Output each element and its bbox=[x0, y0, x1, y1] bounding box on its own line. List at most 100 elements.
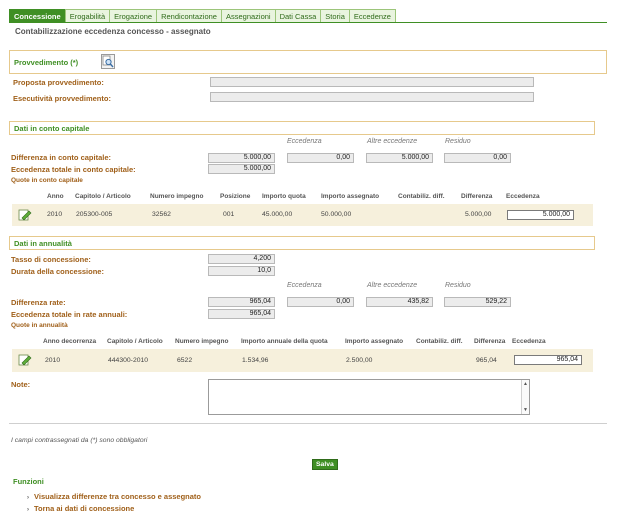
page-title: Contabilizzazione eccedenza concesso - a… bbox=[15, 27, 211, 36]
provvedimento-title: Provvedimento (*) bbox=[14, 58, 79, 67]
annualita-section bbox=[9, 236, 595, 250]
tab-underline bbox=[9, 22, 607, 23]
cell-differenza: 5.000,00 bbox=[465, 211, 492, 218]
capitale-altre-field: 5.000,00 bbox=[366, 153, 433, 163]
link-visualizza-label[interactable]: Visualizza differenze tra concesso e ass… bbox=[34, 492, 201, 501]
link-visualizza-differenze[interactable]: › Visualizza differenze tra concesso e as… bbox=[27, 492, 201, 501]
tab-concessione[interactable]: Concessione bbox=[9, 9, 65, 23]
rate-residuo-field: 529,22 bbox=[444, 297, 511, 307]
th-posizione: Posizione bbox=[220, 193, 251, 200]
th-importo-assegnato: Importo assegnato bbox=[321, 193, 380, 200]
divider bbox=[9, 423, 607, 424]
th-impegno: Numero impegno bbox=[175, 338, 229, 345]
annualita-eccedenza-input[interactable]: 965,04 bbox=[514, 355, 582, 365]
capitale-quote-table: Anno Capitolo / Articolo Numero impegno … bbox=[12, 193, 593, 228]
th-anno-decorrenza: Anno decorrenza bbox=[43, 338, 97, 345]
tab-erogabilita[interactable]: Erogabilità bbox=[64, 9, 110, 23]
tab-bar: Concessione Erogabilità Erogazione Rendi… bbox=[9, 9, 396, 23]
required-fields-note: I campi contrassegnati da (*) sono obbli… bbox=[11, 437, 148, 444]
capitale-title: Dati in conto capitale bbox=[14, 124, 90, 133]
capitale-eccedenza-totale-label: Eccedenza totale in conto capitale: bbox=[11, 165, 136, 174]
table-header: Anno decorrenza Capitolo / Articolo Nume… bbox=[12, 338, 593, 348]
cell-importo-annuale: 1.534,96 bbox=[242, 357, 269, 364]
th-contabiliz: Contabiliz. diff. bbox=[416, 338, 463, 345]
capitale-residuo-field: 0,00 bbox=[444, 153, 511, 163]
cell-capitolo: 205300-005 bbox=[76, 211, 113, 218]
capitale-eccedenza-totale-field: 5.000,00 bbox=[208, 164, 275, 174]
capitale-differenza-label: Differenza in conto capitale: bbox=[11, 153, 112, 162]
rate-eccedenza-totale-label: Eccedenza totale in rate annuali: bbox=[11, 310, 128, 319]
rate-differenza-label: Differenza rate: bbox=[11, 298, 66, 307]
cell-impegno: 6522 bbox=[177, 357, 193, 364]
cell-importo-quota: 45.000,00 bbox=[262, 211, 293, 218]
capitale-section bbox=[9, 121, 595, 135]
tab-eccedenze[interactable]: Eccedenze bbox=[348, 9, 396, 23]
th-eccedenza: Eccedenza bbox=[512, 338, 546, 345]
tab-storia[interactable]: Storia bbox=[320, 9, 349, 23]
durata-field: 10,0 bbox=[208, 266, 275, 276]
bullet-icon: › bbox=[27, 507, 29, 513]
annualita-col-eccedenza: Eccedenza bbox=[287, 282, 322, 289]
table-row: 2010 444300-2010 6522 1.534,96 2.500,00 … bbox=[12, 349, 593, 372]
funzioni-title: Funzioni bbox=[13, 477, 44, 486]
cell-capitolo: 444300-2010 bbox=[108, 357, 149, 364]
annualita-quote-table: Anno decorrenza Capitolo / Articolo Nume… bbox=[12, 338, 593, 374]
search-document-icon[interactable] bbox=[101, 54, 115, 69]
cell-anno: 2010 bbox=[47, 211, 63, 218]
link-torna-concessione[interactable]: › Torna ai dati di concessione bbox=[27, 504, 134, 513]
capitale-differenza-field: 5.000,00 bbox=[208, 153, 275, 163]
rate-differenza-field: 965,04 bbox=[208, 297, 275, 307]
tasso-field: 4,200 bbox=[208, 254, 275, 264]
th-contabiliz: Contabiliz. diff. bbox=[398, 193, 445, 200]
scroll-up-icon[interactable]: ▲ bbox=[523, 381, 528, 387]
th-anno: Anno bbox=[47, 193, 64, 200]
annualita-col-altre: Altre eccedenze bbox=[367, 282, 418, 289]
provvedimento-section bbox=[9, 50, 607, 74]
note-textarea[interactable]: ▲ ▼ bbox=[208, 379, 530, 415]
tab-rendicontazione[interactable]: Rendicontazione bbox=[156, 9, 221, 23]
edit-pencil-icon[interactable] bbox=[18, 209, 32, 221]
cell-importo-assegnato: 2.500,00 bbox=[346, 357, 373, 364]
cell-posizione: 001 bbox=[223, 211, 235, 218]
rate-eccedenza-field: 0,00 bbox=[287, 297, 354, 307]
annualita-quote-label: Quote in annualità bbox=[11, 322, 68, 329]
proposta-label: Proposta provvedimento: bbox=[13, 78, 104, 87]
rate-altre-field: 435,82 bbox=[366, 297, 433, 307]
th-importo-quota: Importo quota bbox=[262, 193, 306, 200]
cell-importo-assegnato: 50.000,00 bbox=[321, 211, 352, 218]
th-eccedenza: Eccedenza bbox=[506, 193, 540, 200]
tab-dati-cassa[interactable]: Dati Cassa bbox=[274, 9, 321, 23]
cell-anno: 2010 bbox=[45, 357, 61, 364]
edit-pencil-icon[interactable] bbox=[18, 354, 32, 366]
capitale-quote-label: Quote in conto capitale bbox=[11, 177, 83, 184]
capitale-col-residuo: Residuo bbox=[445, 138, 471, 145]
durata-label: Durata della concessione: bbox=[11, 267, 104, 276]
th-capitolo: Capitolo / Articolo bbox=[107, 338, 163, 345]
proposta-field bbox=[210, 77, 534, 87]
note-text bbox=[209, 380, 529, 384]
save-button[interactable]: Salva bbox=[312, 459, 338, 470]
tab-erogazione[interactable]: Erogazione bbox=[109, 9, 157, 23]
cell-impegno: 32562 bbox=[152, 211, 171, 218]
note-scrollbar[interactable]: ▲ ▼ bbox=[521, 380, 529, 414]
cell-differenza: 965,04 bbox=[476, 357, 497, 364]
th-capitolo: Capitolo / Articolo bbox=[75, 193, 131, 200]
th-differenza: Differenza bbox=[461, 193, 493, 200]
capitale-eccedenza-input[interactable]: 5.000,00 bbox=[507, 210, 574, 220]
tasso-label: Tasso di concessione: bbox=[11, 255, 91, 264]
scroll-down-icon[interactable]: ▼ bbox=[523, 407, 528, 413]
th-importo-annuale: Importo annuale della quota bbox=[241, 338, 328, 345]
capitale-eccedenza-field: 0,00 bbox=[287, 153, 354, 163]
th-impegno: Numero impegno bbox=[150, 193, 204, 200]
link-torna-label[interactable]: Torna ai dati di concessione bbox=[34, 504, 134, 513]
th-importo-assegnato: Importo assegnato bbox=[345, 338, 404, 345]
tab-assegnazioni[interactable]: Assegnazioni bbox=[220, 9, 275, 23]
capitale-col-altre: Altre eccedenze bbox=[367, 138, 418, 145]
esecutivita-label: Esecutività provvedimento: bbox=[13, 94, 111, 103]
note-label: Note: bbox=[11, 380, 31, 389]
annualita-title: Dati in annualità bbox=[14, 239, 72, 248]
annualita-col-residuo: Residuo bbox=[445, 282, 471, 289]
table-header: Anno Capitolo / Articolo Numero impegno … bbox=[12, 193, 593, 203]
rate-eccedenza-totale-field: 965,04 bbox=[208, 309, 275, 319]
esecutivita-field bbox=[210, 92, 534, 102]
